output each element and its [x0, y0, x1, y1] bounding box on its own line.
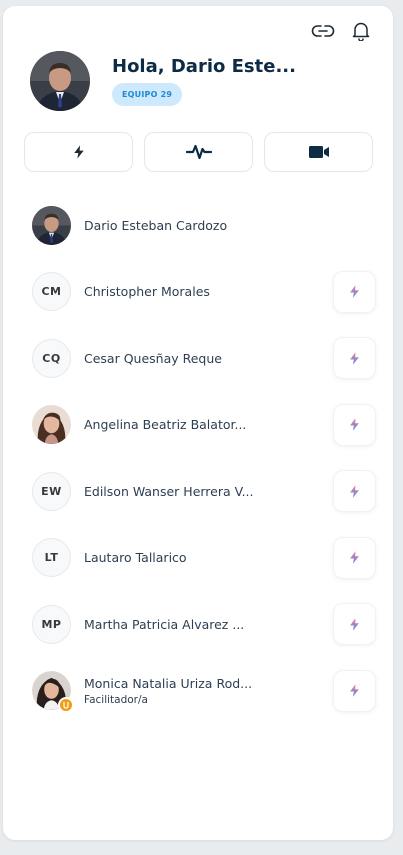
link-icon[interactable]: [311, 20, 335, 42]
member-initials: LT: [32, 538, 71, 578]
member-name: Lautaro Tallarico: [84, 550, 187, 566]
quick-actions: [24, 132, 373, 172]
send-energy-button[interactable]: [333, 270, 376, 313]
member-avatar: [32, 405, 71, 445]
member-row[interactable]: Dario Esteban Cardozo: [32, 192, 378, 259]
user-avatar[interactable]: [30, 51, 90, 111]
send-energy-button[interactable]: [333, 536, 376, 579]
facilitator-badge-icon: [58, 697, 74, 714]
member-initials: CM: [32, 272, 71, 312]
member-row[interactable]: LT Lautaro Tallarico: [32, 525, 378, 592]
team-panel: Hola, Dario Este... EQUIPO 29 Dario Este…: [3, 6, 393, 840]
member-row[interactable]: CQ Cesar Quesñay Reque: [32, 325, 378, 392]
member-avatar: [32, 671, 74, 714]
team-badge[interactable]: EQUIPO 29: [112, 83, 183, 106]
bolt-icon: [347, 482, 362, 501]
send-energy-button[interactable]: [333, 470, 376, 513]
video-call-button[interactable]: [264, 132, 373, 172]
member-row[interactable]: EW Edilson Wanser Herrera V...: [32, 458, 378, 525]
member-initials: EW: [32, 471, 71, 511]
member-row[interactable]: Angelina Beatriz Balator...: [32, 392, 378, 459]
bolt-icon: [73, 145, 84, 159]
video-icon: [308, 146, 329, 158]
member-name: Monica Natalia Uriza Rod...: [84, 675, 253, 691]
member-name: Dario Esteban Cardozo: [84, 217, 228, 233]
activity-icon: [185, 144, 212, 160]
send-energy-button[interactable]: [333, 669, 376, 712]
bell-icon[interactable]: [349, 20, 373, 42]
profile-header: Hola, Dario Este... EQUIPO 29: [30, 51, 296, 111]
bolt-icon: [347, 548, 362, 567]
send-energy-button[interactable]: [333, 403, 376, 446]
member-list: Dario Esteban Cardozo CM Christopher Mor…: [32, 192, 378, 724]
top-icons: [311, 20, 373, 42]
member-name: Christopher Morales: [84, 284, 210, 300]
member-row[interactable]: MP Martha Patricia Alvarez ...: [32, 591, 378, 658]
member-name: Martha Patricia Alvarez ...: [84, 616, 245, 632]
member-avatar: [32, 205, 71, 245]
bolt-icon: [347, 349, 362, 368]
bolt-icon: [347, 415, 362, 434]
member-initials: CQ: [32, 338, 71, 378]
send-energy-button[interactable]: [333, 603, 376, 646]
energy-button[interactable]: [24, 132, 133, 172]
send-energy-button[interactable]: [333, 337, 376, 380]
bolt-icon: [347, 282, 362, 301]
member-initials: MP: [32, 604, 71, 644]
member-name: Angelina Beatriz Balator...: [84, 417, 247, 433]
member-name: Cesar Quesñay Reque: [84, 350, 222, 366]
member-row[interactable]: Monica Natalia Uriza Rod... Facilitador/…: [32, 658, 378, 725]
member-row[interactable]: CM Christopher Morales: [32, 259, 378, 326]
greeting-title: Hola, Dario Este...: [112, 56, 296, 77]
activity-button[interactable]: [144, 132, 253, 172]
bolt-icon: [347, 681, 362, 700]
bolt-icon: [347, 615, 362, 634]
member-name: Edilson Wanser Herrera V...: [84, 483, 254, 499]
